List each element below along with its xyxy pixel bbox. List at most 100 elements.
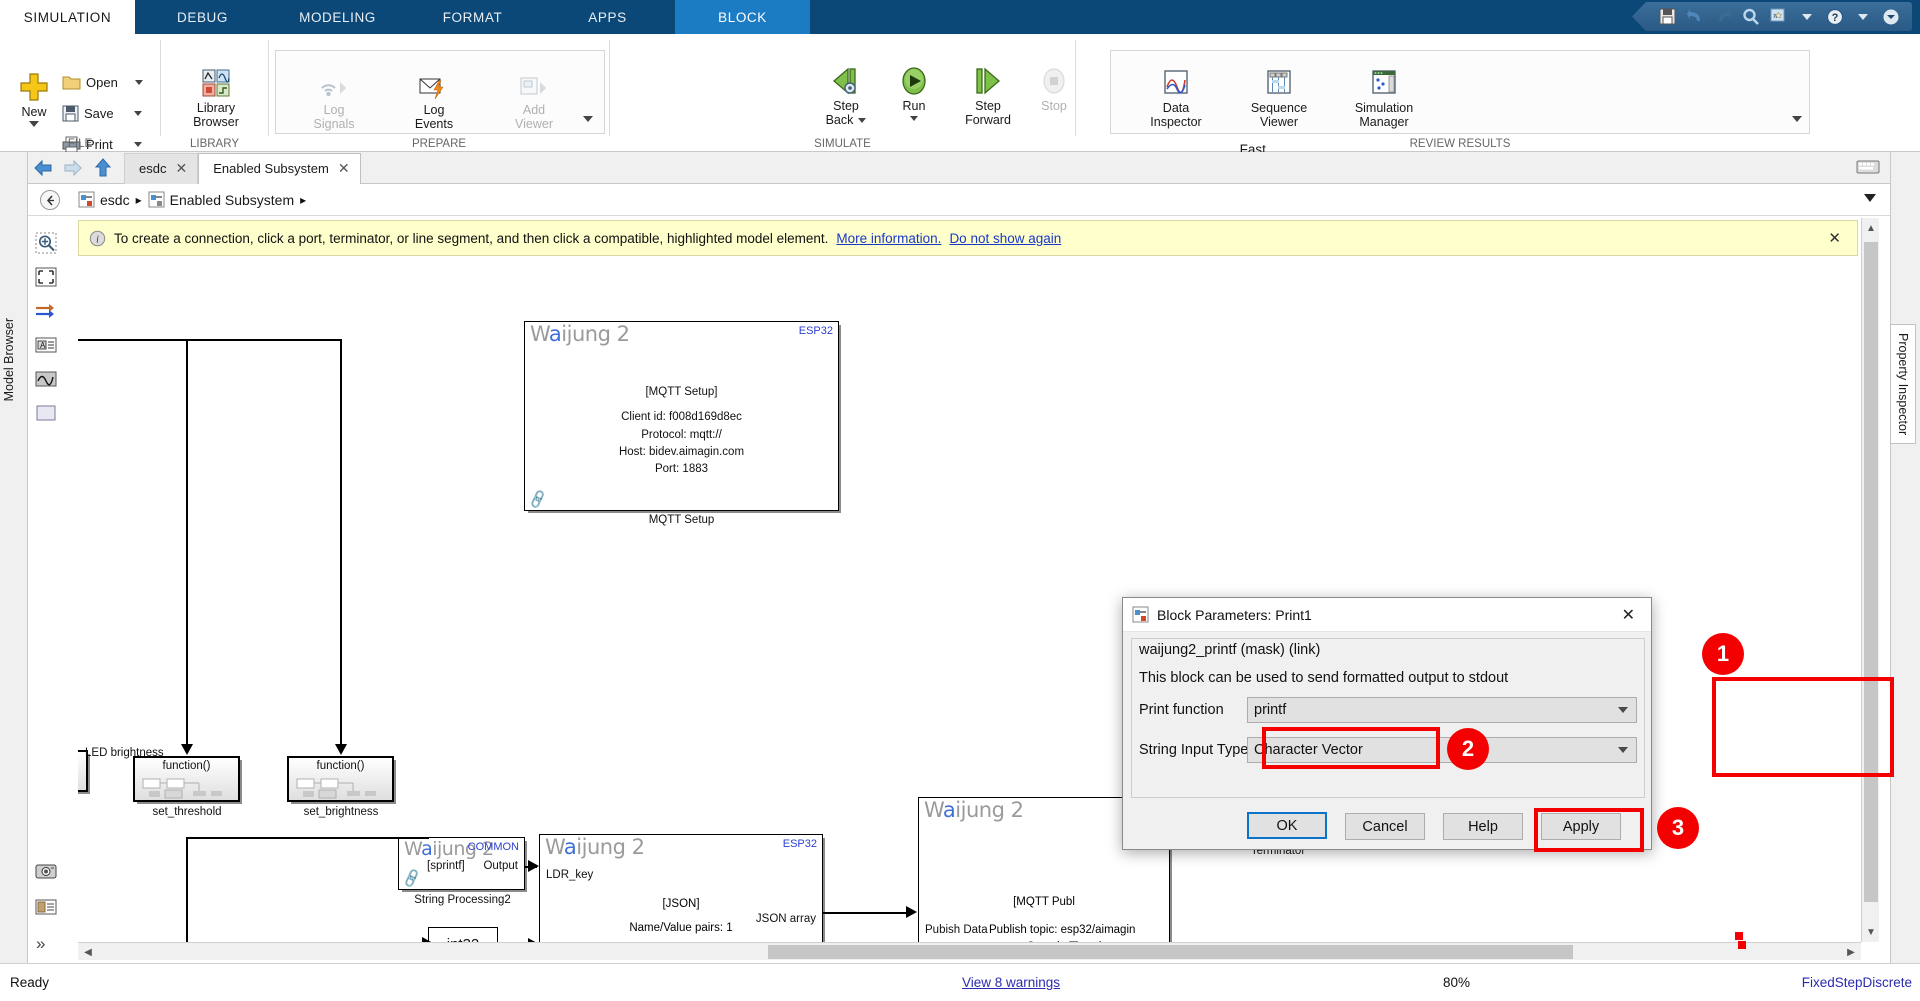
scroll-up-icon[interactable]: ▲ xyxy=(1863,220,1879,236)
close-icon[interactable]: ✕ xyxy=(338,160,350,177)
cancel-button-label: Cancel xyxy=(1362,818,1408,835)
fit-to-view-tool-icon[interactable] xyxy=(35,266,57,288)
ribbon-body: New Open Save Print FILE Library Browser… xyxy=(0,34,1920,172)
library-browser-button[interactable]: Library Browser xyxy=(181,68,251,130)
vscroll-thumb[interactable] xyxy=(1864,242,1878,902)
ribbon-tab-modeling[interactable]: MODELING xyxy=(270,0,405,34)
arrowhead-icon xyxy=(528,860,539,872)
nav-forward-icon[interactable] xyxy=(58,153,88,183)
breadcrumb-back-button[interactable] xyxy=(40,190,60,210)
block-set-threshold[interactable]: function() xyxy=(133,756,240,802)
annotation-tool-icon[interactable]: A xyxy=(35,334,57,356)
help-icon[interactable]: ? xyxy=(1822,5,1848,29)
new-button[interactable]: New xyxy=(8,72,60,128)
step-back-caret-icon[interactable] xyxy=(858,118,867,124)
editor-tab-esdc[interactable]: esdc ✕ xyxy=(124,152,199,184)
hscroll-thumb[interactable] xyxy=(768,945,1573,959)
step-back-button[interactable]: Step Back xyxy=(815,66,877,128)
save-button[interactable]: Save xyxy=(62,105,142,122)
breadcrumb-item-enabled-subsystem[interactable]: Enabled Subsystem xyxy=(148,191,294,208)
scroll-right-icon[interactable]: ▶ xyxy=(1843,944,1859,960)
ribbon-tab-apps[interactable]: APPS xyxy=(540,0,675,34)
svg-text:A: A xyxy=(40,341,46,350)
status-warnings-link[interactable]: View 8 warnings xyxy=(962,975,1060,990)
breadcrumb-dropdown-icon[interactable] xyxy=(1864,194,1876,202)
nav-up-icon[interactable] xyxy=(88,153,118,183)
signal-arrow-tool-icon[interactable] xyxy=(35,300,57,322)
ribbon-tab-simulation[interactable]: SIMULATION xyxy=(0,0,135,34)
keyboard-shortcut-icon[interactable] xyxy=(1856,159,1880,180)
block-string-processing2[interactable]: Waijung 2 COMMON [sprintf] Output 🔗 xyxy=(398,837,525,890)
add-viewer-button[interactable]: Add Viewer xyxy=(493,70,575,132)
open-caret-icon[interactable] xyxy=(134,80,143,85)
help-button[interactable]: Help xyxy=(1443,813,1523,840)
close-notification-icon[interactable]: ✕ xyxy=(1822,229,1847,247)
quick-access-caret-icon[interactable] xyxy=(1794,5,1820,29)
dialog-close-button[interactable]: ✕ xyxy=(1612,601,1645,629)
log-events-button[interactable]: Log Events xyxy=(393,70,475,132)
editor-tab-enabled-subsystem[interactable]: Enabled Subsystem ✕ xyxy=(198,152,361,184)
horizontal-scrollbar[interactable]: ◀ ▶ xyxy=(78,942,1861,960)
block-json[interactable]: Waijung 2 ESP32 LDR_key LDR_value JSON a… xyxy=(539,834,823,942)
add-viewer-icon xyxy=(520,77,546,95)
step-forward-button[interactable]: Step Forward xyxy=(948,66,1028,128)
review-expand-caret-icon[interactable] xyxy=(1792,116,1802,122)
simulation-manager-button[interactable]: Simulation Manager xyxy=(1334,68,1434,130)
print-function-value: printf xyxy=(1254,702,1287,718)
scroll-down-icon[interactable]: ▼ xyxy=(1863,924,1879,940)
chevron-down-icon xyxy=(1618,747,1628,753)
block-mqtt-setup[interactable]: Waijung 2 ESP32 [MQTT Setup] Client id: … xyxy=(524,321,839,511)
do-not-show-again-link[interactable]: Do not show again xyxy=(949,231,1061,246)
camera-tool-icon[interactable] xyxy=(35,860,57,882)
vertical-scrollbar[interactable]: ▲ ▼ xyxy=(1861,218,1879,942)
log-signals-button[interactable]: Log Signals xyxy=(293,70,375,132)
svg-text:i: i xyxy=(96,234,99,245)
ribbon-tab-block[interactable]: BLOCK xyxy=(675,0,810,34)
model-browser-label: Model Browser xyxy=(2,318,16,402)
notes-tool-icon[interactable] xyxy=(35,896,57,918)
block-set-brightness[interactable]: function() xyxy=(287,756,394,802)
scroll-left-icon[interactable]: ◀ xyxy=(80,944,96,960)
open-button[interactable]: Open xyxy=(62,74,143,91)
step-back-label-2: Back xyxy=(825,113,854,128)
print-function-select[interactable]: printf xyxy=(1247,697,1637,723)
notification-text: To create a connection, click a port, te… xyxy=(114,230,829,246)
close-icon[interactable]: ✕ xyxy=(175,160,187,177)
dialog-model-icon xyxy=(1132,606,1149,623)
step-forward-label-1: Step xyxy=(975,99,1001,113)
search-icon[interactable] xyxy=(1738,5,1764,29)
sequence-viewer-button[interactable]: Sequence Viewer xyxy=(1232,68,1326,130)
save-icon[interactable] xyxy=(1654,5,1680,29)
block-output-port-label: Output xyxy=(483,860,518,872)
ribbon-tab-debug[interactable]: DEBUG xyxy=(135,0,270,34)
breadcrumb: esdc ▸ Enabled Subsystem ▸ xyxy=(28,184,1890,216)
save-caret-icon[interactable] xyxy=(133,111,142,116)
undo-icon[interactable] xyxy=(1682,5,1708,29)
editor-tab-label: esdc xyxy=(139,161,167,176)
expand-ribbon-icon[interactable] xyxy=(1878,5,1904,29)
nav-back-icon[interactable] xyxy=(28,153,58,183)
run-button[interactable]: Run xyxy=(885,66,943,122)
prepare-expand-caret-icon[interactable] xyxy=(583,116,593,122)
add-viewer-label-2: Viewer xyxy=(515,117,553,132)
run-caret-icon[interactable] xyxy=(910,116,918,122)
more-information-link[interactable]: More information. xyxy=(836,231,941,246)
help-caret-icon[interactable] xyxy=(1850,5,1876,29)
zoom-in-tool-icon[interactable] xyxy=(35,232,57,254)
cancel-button[interactable]: Cancel xyxy=(1345,813,1425,840)
callout-number: 3 xyxy=(1671,815,1685,840)
stop-button[interactable]: Stop xyxy=(1028,66,1080,113)
area-tool-icon[interactable] xyxy=(35,402,57,424)
more-tools-icon[interactable]: » xyxy=(36,934,45,954)
new-caret-icon[interactable] xyxy=(29,121,39,128)
favorites-icon[interactable]: » xyxy=(1766,5,1792,29)
block-data-type-conversion[interactable]: int32 xyxy=(428,927,498,942)
breadcrumb-item-esdc[interactable]: esdc xyxy=(78,191,130,208)
scope-tool-icon[interactable] xyxy=(35,368,57,390)
chevron-down-icon xyxy=(1618,707,1628,713)
ribbon-tab-format[interactable]: FORMAT xyxy=(405,0,540,34)
floppy-icon xyxy=(62,105,79,122)
ok-button[interactable]: OK xyxy=(1247,812,1327,839)
data-inspector-button[interactable]: Data Inspector xyxy=(1132,68,1220,130)
redo-icon[interactable] xyxy=(1710,5,1736,29)
